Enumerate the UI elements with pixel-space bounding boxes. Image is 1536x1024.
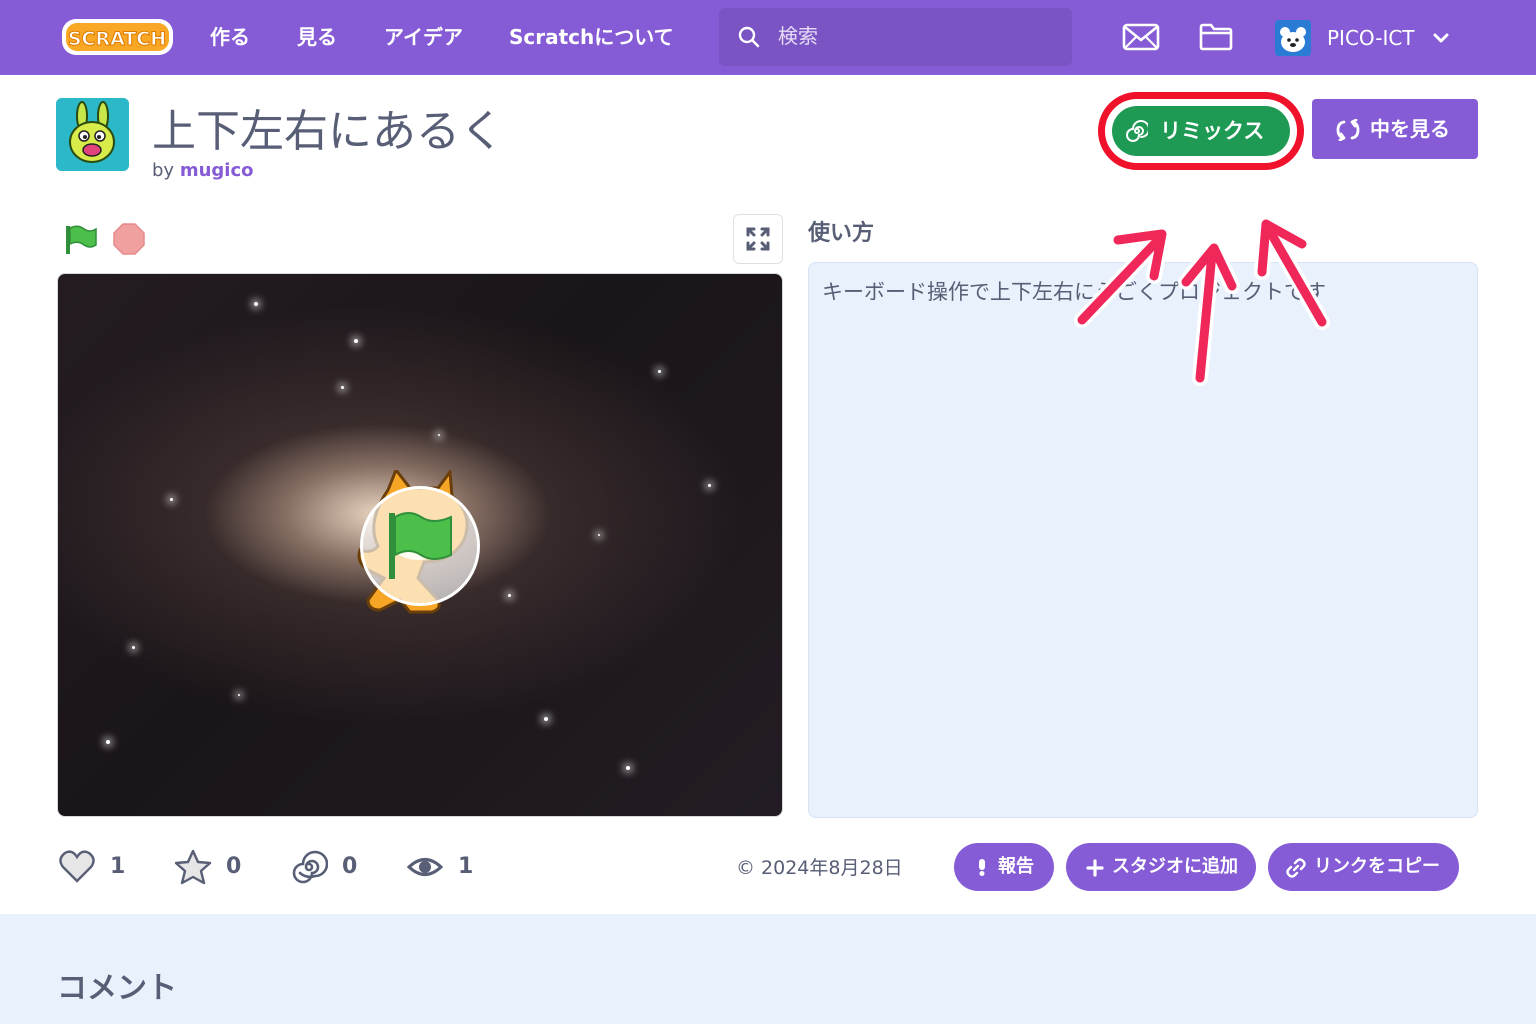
see-inside-button[interactable]: 中を見る [1312,99,1478,159]
favorite-star-icon[interactable] [174,848,212,886]
remix-label: リミックス [1160,119,1265,143]
green-flag-icon [66,225,97,254]
green-flag-button[interactable] [64,224,98,256]
avatar[interactable] [1275,20,1311,56]
author-link[interactable]: mugico [180,160,254,181]
remix-count-icon [290,848,329,886]
add-to-studio-button[interactable]: スタジオに追加 [1066,843,1256,891]
by-label: by [152,160,175,181]
fullscreen-icon [746,227,770,251]
remix-button[interactable]: リミックス [1112,106,1290,156]
report-label: 報告 [998,856,1034,877]
nav-explore[interactable]: 見る [297,24,337,50]
love-count: 1 [110,854,126,879]
favorite-count: 0 [226,854,242,879]
remix-icon [1126,120,1148,142]
see-inside-icon [1336,119,1360,141]
exclamation-icon [979,859,985,876]
remix-count: 0 [342,854,358,879]
stop-sign-icon [113,223,145,255]
view-count: 1 [458,854,474,879]
nav-ideas[interactable]: アイデア [384,24,463,50]
author-line: by mugico [152,160,253,182]
instructions-text: キーボード操作で上下左右にうごくプロジェクトです [822,280,1326,304]
nav-create[interactable]: 作る [210,24,250,50]
green-flag-icon [389,512,452,579]
project-title[interactable]: 上下左右にあるく [152,104,504,160]
add-to-studio-label: スタジオに追加 [1112,856,1238,877]
logo-text: SCRATCH [68,28,166,50]
plus-icon [1086,859,1104,877]
fullscreen-button[interactable] [733,214,783,264]
instructions-label: 使い方 [808,221,875,246]
instructions-box [808,262,1478,818]
folder-icon[interactable] [1198,20,1234,52]
report-button[interactable]: 報告 [954,843,1054,891]
username[interactable]: PICO-ICT [1327,25,1415,51]
search-input[interactable] [778,16,1058,56]
nav-about[interactable]: Scratchについて [509,24,674,50]
comments-section [0,914,1536,1024]
scratch-logo[interactable]: SCRATCH [60,16,175,58]
search-icon [738,26,760,48]
views-eye-icon [406,848,444,886]
love-heart-icon[interactable] [58,848,96,886]
see-inside-label: 中を見る [1370,117,1450,141]
comments-title: コメント [57,971,177,1006]
mail-icon[interactable] [1122,22,1160,52]
stop-button[interactable] [112,222,146,256]
copy-link-button[interactable]: リンクをコピー [1268,843,1459,891]
copy-link-label: リンクをコピー [1314,856,1440,877]
link-icon [1286,858,1306,878]
play-overlay-button[interactable] [360,486,480,606]
chevron-down-icon[interactable] [1432,30,1450,46]
share-date: © 2024年8月28日 [736,857,903,879]
project-author-avatar[interactable] [56,98,129,171]
